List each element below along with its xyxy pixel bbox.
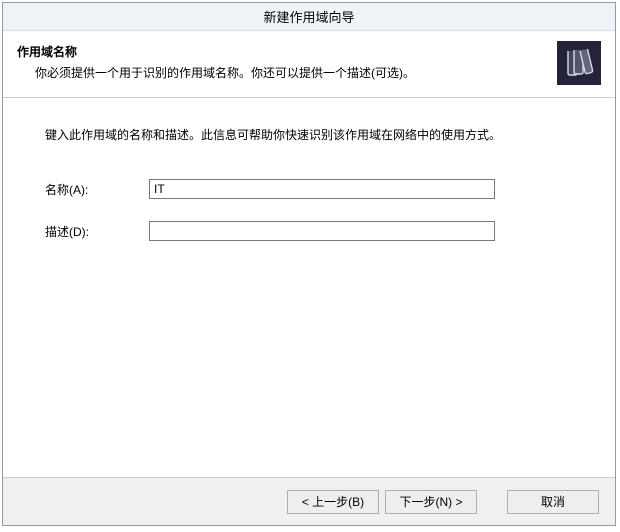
back-button[interactable]: < 上一步(B) xyxy=(287,490,379,514)
next-button[interactable]: 下一步(N) > xyxy=(385,490,477,514)
wizard-window: 新建作用域向导 作用域名称 你必须提供一个用于识别的作用域名称。你还可以提供一个… xyxy=(2,2,616,526)
window-title: 新建作用域向导 xyxy=(263,7,354,26)
books-icon xyxy=(562,46,596,80)
description-row: 描述(D): xyxy=(45,221,581,241)
header-title: 作用域名称 xyxy=(17,43,549,60)
name-input[interactable] xyxy=(149,179,495,199)
description-input[interactable] xyxy=(149,221,495,241)
wizard-icon xyxy=(557,41,601,85)
instruction-text: 键入此作用域的名称和描述。此信息可帮助你快速识别该作用域在网络中的使用方式。 xyxy=(45,126,581,143)
wizard-content: 键入此作用域的名称和描述。此信息可帮助你快速识别该作用域在网络中的使用方式。 名… xyxy=(3,98,615,477)
titlebar: 新建作用域向导 xyxy=(3,3,615,31)
header-text: 作用域名称 你必须提供一个用于识别的作用域名称。你还可以提供一个描述(可选)。 xyxy=(17,41,549,81)
header-subtitle: 你必须提供一个用于识别的作用域名称。你还可以提供一个描述(可选)。 xyxy=(17,64,549,81)
name-row: 名称(A): xyxy=(45,179,581,199)
cancel-button[interactable]: 取消 xyxy=(507,490,599,514)
wizard-header: 作用域名称 你必须提供一个用于识别的作用域名称。你还可以提供一个描述(可选)。 xyxy=(3,31,615,98)
description-label: 描述(D): xyxy=(45,223,149,240)
name-label: 名称(A): xyxy=(45,181,149,198)
wizard-footer: < 上一步(B) 下一步(N) > 取消 xyxy=(3,477,615,525)
